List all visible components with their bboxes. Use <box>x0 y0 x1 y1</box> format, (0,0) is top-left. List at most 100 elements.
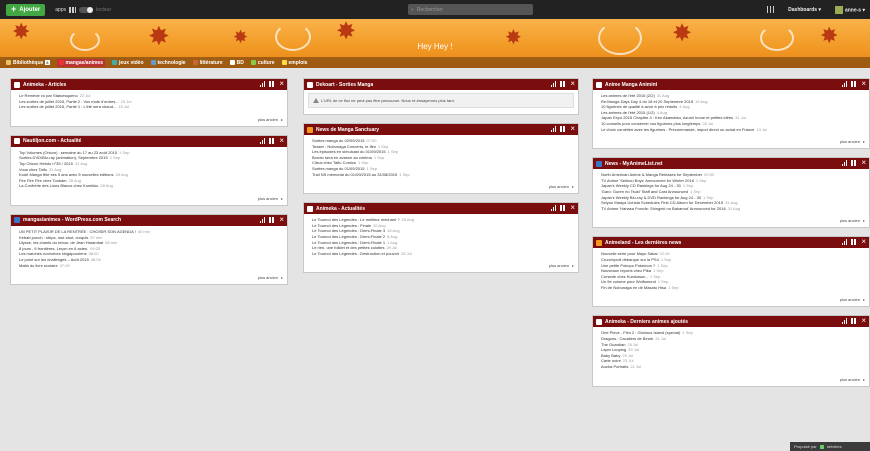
footer-badge[interactable]: Propulsé par netvibes <box>790 442 870 451</box>
item-title[interactable]: Vous chez Taifu <box>19 167 47 172</box>
older-link[interactable]: plus ancien ▸ <box>11 191 287 205</box>
item-title[interactable]: Citrus chez Taifu Comics <box>312 160 356 165</box>
stats-icon[interactable] <box>260 137 266 144</box>
view-grid-icon[interactable] <box>851 239 858 246</box>
widget-header[interactable]: Dekoart - Sorties Manga × <box>304 79 578 90</box>
item-title[interactable]: Une petite Pokopo Pokémon ? <box>601 263 655 268</box>
item-title[interactable]: Teaser : Nobunaga Concerto, le film <box>312 144 376 149</box>
older-link[interactable]: plus ancien ▸ <box>593 213 869 227</box>
item-title[interactable]: The Guardian <box>601 342 625 347</box>
item-title[interactable]: Aucha Portraits <box>601 364 628 369</box>
widget-title[interactable]: News de Manga Sanctuary <box>316 127 379 133</box>
older-link[interactable]: plus ancien ▸ <box>304 179 578 193</box>
item-title[interactable]: Sorties manga du 02/09/2015 <box>312 138 364 143</box>
widget-header[interactable]: Nautiljon.com - Actualité × <box>11 135 287 147</box>
widget-title[interactable]: Animeland - Les dernières news <box>605 240 681 246</box>
item-title[interactable]: One Piece - Film 2 : Glorious Island (sp… <box>601 330 680 335</box>
close-icon[interactable]: × <box>861 159 866 167</box>
list-item[interactable]: Mafia du livre scolaire07:20 <box>19 263 283 269</box>
view-grid-icon[interactable] <box>560 205 567 212</box>
item-title[interactable]: Le point sur les challenges – Août 2015 <box>19 257 89 262</box>
view-grid-icon[interactable] <box>269 81 276 87</box>
item-title[interactable]: Trail NS memorial du 01/09/2015 au 31/08… <box>312 172 397 177</box>
item-title[interactable]: Japan's Weekly Blu-ray & DVD Rankings fo… <box>601 195 701 200</box>
item-title[interactable]: 10 conseils pour conserver vos figurines… <box>601 121 700 126</box>
item-title[interactable]: Baby Baby <box>601 353 620 358</box>
item-title[interactable]: La Confrérie des Lions Blancs chez Komik… <box>19 183 98 188</box>
item-title[interactable]: Le Tournoi des Légendes : Destruction et… <box>312 251 399 256</box>
close-icon[interactable]: × <box>861 317 866 325</box>
widget-header[interactable]: News - MyAnimeList.net × <box>593 158 869 170</box>
tab-emplois[interactable]: emplois <box>281 60 307 66</box>
tab-mangas-animes[interactable]: mangas/animes <box>56 58 106 67</box>
item-title[interactable]: Fire Fire Fire chez Tonkam <box>19 178 67 183</box>
item-title[interactable]: Sorties DVD/Blu-ray (animation), Septemb… <box>19 155 108 160</box>
view-grid-icon[interactable] <box>269 137 276 144</box>
item-title[interactable]: Ulysse, les chants du retour, de Jean Ha… <box>19 240 103 245</box>
tab-technologie[interactable]: technologie <box>150 60 186 66</box>
item-title[interactable]: Les sorties de juillet 2015, Partie 1 : … <box>19 104 116 109</box>
stats-icon[interactable] <box>551 205 557 212</box>
view-grid-icon[interactable] <box>560 126 567 132</box>
close-icon[interactable]: × <box>861 80 866 88</box>
widget-title[interactable]: mangas/animes - WordPress.com Search <box>23 217 121 223</box>
item-title[interactable]: North American Anime & Manga Releases fo… <box>601 172 702 177</box>
item-title[interactable]: Le Tournoi des Légendes : Finale <box>312 223 371 228</box>
item-title[interactable]: 'Garo: Guren no Tsuki' Staff and Cast An… <box>601 189 688 194</box>
item-title[interactable]: Le rien, une folklet et des petites culo… <box>312 245 385 250</box>
item-title[interactable]: Les marchés nocturnes singapouriens <box>19 251 87 256</box>
item-title[interactable]: Le Tournoi des Légendes : Demi-Finale 1 <box>312 240 385 245</box>
dashboards-menu[interactable]: Dashboards ▾ <box>788 7 821 13</box>
add-button[interactable]: + Ajouter <box>6 3 46 16</box>
view-grid-icon[interactable] <box>851 160 858 167</box>
item-title[interactable]: Les animes de l'été 2015 (1/2) <box>601 110 655 115</box>
widget-header[interactable]: Animeka - Derniers animes ajoutés × <box>593 316 869 328</box>
widget-title[interactable]: Dekoart - Sorties Manga <box>316 82 373 88</box>
item-title[interactable]: Nouveaux reports chez Pika <box>601 268 651 273</box>
tab-bd[interactable]: BD <box>229 60 244 66</box>
item-title[interactable]: Carte noire <box>601 358 621 363</box>
item-title[interactable]: Le choix cornélien avec les figurines : … <box>601 127 754 132</box>
item-title[interactable]: 10 figurines de qualité à avoir à prix r… <box>601 104 677 109</box>
tab-bibliotheque[interactable]: Bibliothèque 8 <box>6 60 50 66</box>
list-item[interactable]: La Confrérie des Lions Blancs chez Komik… <box>19 183 283 189</box>
close-icon[interactable]: × <box>861 238 866 246</box>
list-item[interactable]: Trail NS memorial du 01/09/2015 au 31/08… <box>312 172 574 178</box>
item-title[interactable]: Top Oricon Hebdo n°35 / 2015 <box>19 161 73 166</box>
list-item[interactable]: Les sorties de juillet 2015, Partie 1 : … <box>19 104 283 110</box>
item-title[interactable]: Re:Manga Days Day 4 du 18 et 20 Septembr… <box>601 99 693 104</box>
close-icon[interactable]: × <box>570 80 575 88</box>
list-item[interactable]: TV Anime 'Hanasa Fronde: Shingeki no Bah… <box>601 206 865 212</box>
item-title[interactable]: Cursede chez Kurokawa... <box>601 274 648 279</box>
widget-title[interactable]: Animeka - Actualités <box>316 206 365 212</box>
list-item[interactable]: Le Tournoi des Légendes : Destruction et… <box>312 251 574 257</box>
reader-toggle[interactable] <box>79 6 94 13</box>
list-item[interactable]: Fin de Nobunaga en de Masato Hisa1 Sep <box>601 285 865 291</box>
view-grid-icon[interactable] <box>851 81 858 87</box>
older-link[interactable]: plus ancien ▸ <box>11 112 287 126</box>
item-title[interactable]: Lapin Looping <box>601 347 626 352</box>
search-input[interactable]: ⌕ Rechercher <box>408 4 533 15</box>
view-grid-icon[interactable] <box>560 81 567 87</box>
item-title[interactable]: Le Remède vu par Statuesqueno <box>19 93 78 98</box>
widget-header[interactable]: mangas/animes - WordPress.com Search × <box>11 214 287 226</box>
item-title[interactable]: Kebab punch : strips, one-shot, croquis <box>19 235 88 240</box>
item-title[interactable]: Top Volumes (Oricon) : semaine du 17 au … <box>19 150 117 155</box>
widget-title[interactable]: Animeka - Articles <box>23 82 66 88</box>
tab-jeux-video[interactable]: jeux vidéo <box>112 60 144 66</box>
item-title[interactable]: Boruto sera en avance au cinéma <box>312 155 372 160</box>
older-link[interactable]: plus ancien ▸ <box>304 258 578 272</box>
item-title[interactable]: Kodé Manga fête ses 5 ans avec 5 nouvell… <box>19 172 114 177</box>
item-title[interactable]: TV Anime 'Hanasa Fronde: Shingeki no Bah… <box>601 206 726 211</box>
close-icon[interactable]: × <box>279 80 284 88</box>
item-title[interactable]: Seiyuu Maaya Uchida Schedules First CD A… <box>601 200 723 205</box>
item-title[interactable]: Japan Expo 2015 Chapitre 4 : Ken Akamats… <box>601 115 733 120</box>
widget-header[interactable]: Animeka - Actualités × <box>304 203 578 215</box>
item-title[interactable]: Mafia du livre scolaire <box>19 263 58 268</box>
item-title[interactable]: Le Tournoi des Légendes : Le meilleur mé… <box>312 217 400 222</box>
tab-litterature[interactable]: littérature <box>192 60 223 66</box>
stats-icon[interactable] <box>260 216 266 223</box>
stats-icon[interactable] <box>260 81 266 87</box>
item-title[interactable]: Les sorties de juillet 2015, Partie 2 : … <box>19 99 119 104</box>
widget-title[interactable]: Nautiljon.com - Actualité <box>23 138 81 144</box>
